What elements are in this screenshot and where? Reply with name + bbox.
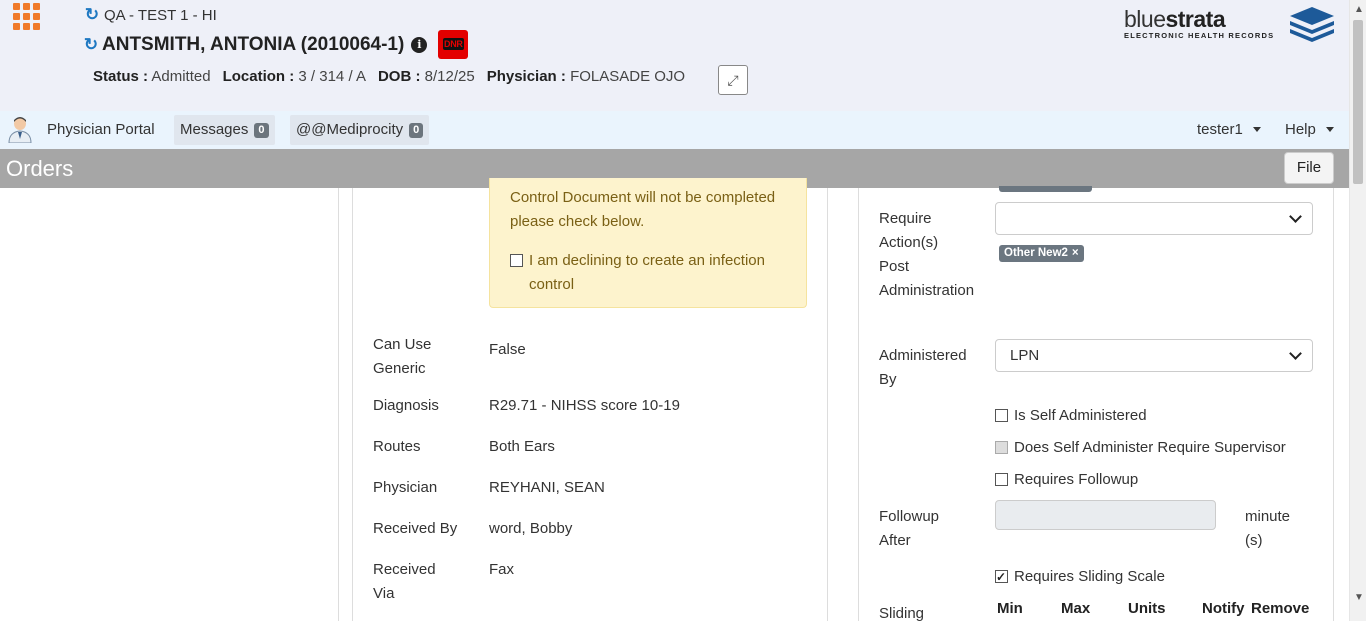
requires-followup-checkbox[interactable]	[995, 473, 1008, 486]
patient-name: ANTSMITH, ANTONIA (2010064-1)	[102, 33, 405, 55]
refresh-icon[interactable]: ↻	[83, 35, 99, 55]
diagnosis-label: Diagnosis	[373, 397, 439, 414]
divider	[352, 188, 353, 621]
chevron-down-icon	[1252, 127, 1261, 132]
administered-by-label: Administered By	[879, 347, 967, 388]
dob-label: DOB :	[377, 68, 421, 85]
dnr-badge: DNR	[438, 30, 469, 59]
user-menu[interactable]: tester1	[1197, 121, 1261, 138]
followup-after-label: Followup After	[879, 508, 940, 549]
self-admin-supervisor-checkbox	[995, 441, 1008, 454]
received-by-value: word, Bobby	[489, 520, 573, 537]
tag-partial	[999, 186, 1092, 192]
help-menu[interactable]: Help	[1285, 121, 1334, 138]
physician-value: FOLASADE OJO	[570, 68, 686, 85]
column-header-max: Max	[1061, 600, 1091, 617]
refresh-icon[interactable]: ↻	[84, 5, 100, 25]
file-button[interactable]: File	[1284, 152, 1334, 184]
decline-infection-control-label: I am declining to create an infection co…	[529, 252, 765, 293]
followup-after-input	[995, 500, 1216, 530]
requires-followup-row[interactable]: Requires Followup	[995, 470, 1138, 490]
location-label: Location :	[222, 68, 295, 85]
received-via-value: Fax	[489, 561, 515, 578]
require-actions-select[interactable]	[995, 202, 1313, 235]
bluestrata-logo: bluestrata ELECTRONIC HEALTH RECORDS	[1124, 6, 1334, 46]
column-header-notify: Notify	[1202, 600, 1245, 617]
warning-text: Control Document will not be completed p…	[510, 189, 776, 230]
self-admin-supervisor-row: Does Self Administer Require Supervisor	[995, 438, 1286, 458]
infection-control-warning: Control Document will not be completed p…	[489, 178, 807, 308]
patient-header: ↻ QA - TEST 1 - HI ↻ ANTSMITH, ANTONIA (…	[0, 0, 1349, 111]
chevron-down-icon	[1289, 210, 1302, 223]
requires-sliding-scale-checkbox[interactable]	[995, 567, 1008, 587]
status-value: Admitted	[151, 68, 211, 85]
facility-name: QA - TEST 1 - HI	[104, 6, 217, 24]
can-use-generic-value: False	[489, 341, 526, 358]
app-grid-icon[interactable]	[13, 3, 40, 30]
order-detail-content: Control Document will not be completed p…	[0, 178, 1349, 622]
page-title: Orders	[6, 156, 74, 181]
messages-count-badge: 0	[254, 122, 269, 138]
routes-label: Routes	[373, 438, 421, 455]
divider	[1333, 188, 1334, 621]
sliding-scale-label: Sliding	[879, 605, 925, 622]
dob-value: 8/12/25	[424, 68, 475, 85]
decline-infection-control-checkbox[interactable]	[510, 254, 523, 267]
status-label: Status :	[93, 68, 149, 85]
self-administered-row[interactable]: Is Self Administered	[995, 406, 1147, 426]
chevron-down-icon	[1289, 347, 1302, 360]
self-administered-checkbox[interactable]	[995, 409, 1008, 422]
physician-avatar-icon	[8, 117, 32, 143]
column-header-units: Units	[1128, 600, 1166, 617]
action-tag: Other New2 ×	[999, 245, 1084, 262]
mediprocity-count-badge: 0	[409, 122, 424, 138]
scroll-thumb[interactable]	[1353, 20, 1363, 184]
can-use-generic-label: Can Use Generic	[373, 336, 432, 377]
physician-label: Physician	[373, 479, 438, 496]
top-nav: Physician Portal Messages 0 @@Mediprocit…	[0, 111, 1349, 149]
physician-value: REYHANI, SEAN	[489, 479, 605, 496]
administered-by-select[interactable]: LPN	[995, 339, 1313, 372]
routes-value: Both Ears	[489, 438, 555, 455]
tag-remove-icon[interactable]: ×	[1072, 247, 1079, 259]
expand-icon: ⤢	[727, 72, 739, 88]
divider	[827, 188, 828, 621]
scroll-up-icon[interactable]: ▲	[1354, 4, 1364, 15]
facility-row: ↻ QA - TEST 1 - HI	[84, 5, 217, 25]
expand-button[interactable]: ⤢	[718, 65, 748, 95]
requires-sliding-scale-row[interactable]: Requires Sliding Scale	[995, 567, 1165, 587]
patient-row: ↻ ANTSMITH, ANTONIA (2010064-1) i DNR	[83, 30, 469, 59]
require-actions-label: Require Action(s) Post Administration	[879, 210, 975, 299]
physician-label: Physician :	[486, 68, 566, 85]
diagnosis-value: R29.71 - NIHSS score 10-19	[489, 397, 680, 414]
received-via-label: Received Via	[373, 561, 436, 602]
scroll-down-icon[interactable]: ▼	[1354, 592, 1364, 603]
nav-physician-portal[interactable]: Physician Portal	[47, 121, 155, 138]
patient-status-line: Status : Admitted Location : 3 / 314 / A…	[93, 68, 685, 85]
location-value: 3 / 314 / A	[298, 68, 366, 85]
divider	[338, 188, 339, 621]
followup-unit-label: minute (s)	[1245, 508, 1291, 549]
info-icon[interactable]: i	[411, 36, 428, 53]
received-by-label: Received By	[373, 520, 458, 537]
page-scrollbar[interactable]: ▲ ▼	[1349, 0, 1366, 621]
chevron-down-icon	[1325, 127, 1334, 132]
nav-messages[interactable]: Messages 0	[174, 115, 275, 145]
logo-stack-icon	[1290, 7, 1334, 42]
divider	[858, 188, 859, 621]
decline-infection-control-row[interactable]: I am declining to create an infection co…	[510, 249, 786, 297]
column-header-min: Min	[997, 600, 1023, 617]
nav-mediprocity[interactable]: @@Mediprocity 0	[290, 115, 430, 145]
column-header-remove: Remove	[1251, 600, 1310, 617]
